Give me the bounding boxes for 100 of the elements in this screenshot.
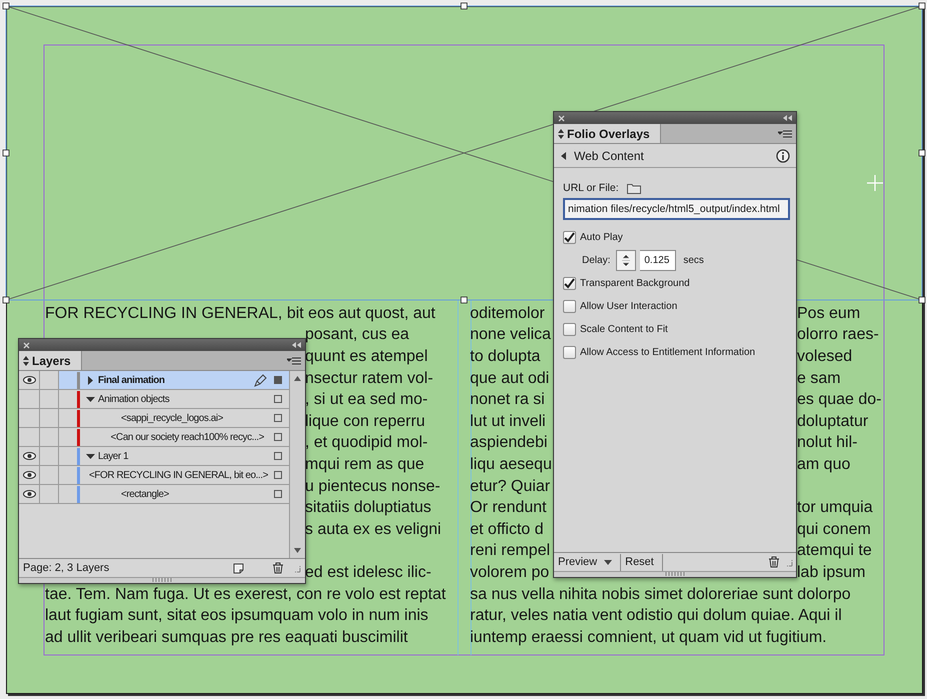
new-layer-icon[interactable] (233, 562, 244, 574)
text-line: u pientecus nonse- (305, 478, 440, 496)
layer-count-label: Page: 2, 3 Layers (23, 562, 110, 574)
selection-square[interactable] (274, 433, 282, 441)
text-line: doluptatur (797, 412, 868, 431)
close-icon[interactable] (558, 114, 565, 122)
layer-row[interactable]: Layer 1 (19, 447, 289, 466)
text-line: , si ut ea sed mo- (305, 391, 428, 410)
checkmark-icon (564, 278, 575, 289)
selection-square[interactable] (274, 395, 282, 403)
collapse-icon[interactable] (292, 342, 301, 348)
layer-row[interactable]: Final animation (19, 371, 289, 390)
disclosure-triangle-icon[interactable] (86, 394, 95, 404)
layer-row[interactable]: <sappi_recycle_logos.ai> (19, 409, 289, 428)
checkbox-label: Scale Content to Fit (580, 324, 668, 335)
frame-handle[interactable] (2, 296, 10, 304)
delay-label: Delay: (582, 255, 610, 266)
trash-icon[interactable] (768, 556, 780, 568)
grip-icon[interactable] (665, 572, 685, 576)
close-icon[interactable] (23, 342, 30, 348)
frame-handle[interactable] (460, 2, 468, 10)
stepper-control[interactable] (616, 250, 636, 271)
text-line: lab ipsum (797, 564, 866, 582)
url-field[interactable]: nimation files/recycle/html5_output/index.html (563, 198, 790, 220)
layer-row[interactable]: Animation objects (19, 390, 289, 409)
scrollbar[interactable] (289, 371, 305, 558)
disclosure-triangle-icon[interactable] (86, 376, 95, 384)
text-line: ratur, veles natia vent odistio qui dolum quiae. Aqui il (470, 607, 842, 626)
info-icon[interactable] (776, 148, 790, 162)
back-icon[interactable] (561, 152, 566, 160)
frame-handle[interactable] (2, 2, 10, 10)
text-line: nolut hil- (797, 434, 858, 452)
text-line: tor umquia (797, 499, 873, 518)
collapse-icon[interactable] (783, 115, 792, 121)
eye-icon[interactable] (22, 471, 36, 479)
crosshair-cursor-icon (866, 174, 884, 192)
frame-handle[interactable] (460, 296, 468, 304)
text-line: posant, cus ea (305, 326, 410, 344)
text-line: olorro raes- (797, 326, 879, 344)
layer-row[interactable]: <FOR RECYCLING IN GENERAL, bit eo...> (19, 466, 289, 485)
text-line: liqu aesequ (470, 456, 552, 474)
eye-icon[interactable] (22, 376, 36, 384)
text-line: reni rempel (470, 542, 550, 560)
frame-handle[interactable] (918, 2, 926, 10)
caret-icon (604, 560, 612, 564)
text-line: volesed (797, 348, 852, 366)
grip-icon[interactable] (152, 578, 172, 582)
url-label: URL or File: (563, 182, 619, 194)
tab-label: Folio Overlays (567, 126, 650, 140)
menu-icon[interactable] (778, 130, 792, 138)
checkbox[interactable] (563, 277, 576, 290)
menu-icon[interactable] (287, 357, 301, 365)
text-line: ed est idelesc ilic- (305, 564, 432, 582)
text-line: que aut odi (470, 370, 550, 388)
resize-grip-icon[interactable] (784, 558, 793, 566)
text-line: nsectur ratem vol- (305, 370, 434, 388)
unit-label: secs (683, 255, 704, 266)
trash-icon[interactable] (272, 562, 284, 574)
layer-row[interactable]: <rectangle> (19, 485, 289, 504)
eye-icon[interactable] (22, 490, 36, 498)
text-line: qui conem (797, 520, 871, 539)
layer-name: <rectangle> (121, 488, 169, 500)
selection-square[interactable] (274, 471, 282, 479)
checkbox[interactable] (563, 231, 576, 244)
layer-name: <Can our society reach100% recyc...> (110, 432, 264, 442)
checkbox[interactable] (563, 323, 576, 336)
text-line: laut fugiam sunt, sitat eos ipsumquam volo in num inis (45, 607, 428, 626)
selection-square[interactable] (274, 452, 282, 460)
text-line: atemqui te (797, 542, 872, 560)
checkbox[interactable] (563, 300, 576, 313)
panel-tab[interactable]: Layers (19, 351, 82, 370)
delay-field[interactable]: 0.125 (640, 250, 676, 271)
text-line: lut ut inveli (470, 412, 546, 431)
checkbox-label: Allow User Interaction (580, 301, 678, 312)
folder-icon[interactable] (626, 182, 641, 194)
frame-handle[interactable] (2, 150, 10, 156)
scroll-down-icon[interactable] (294, 548, 301, 553)
stepper-arrows-icon (622, 253, 630, 268)
selection-square[interactable] (274, 414, 282, 422)
frame-handle[interactable] (918, 150, 926, 156)
layer-name: Animation objects (98, 394, 170, 404)
frame-handle[interactable] (918, 296, 926, 304)
section-title: Web Content (574, 148, 645, 162)
selection-square[interactable] (274, 490, 282, 498)
text-line: sitatiis doluptiatus (305, 499, 432, 518)
panel-tab[interactable]: Folio Overlays (554, 124, 661, 143)
text-line: tae. Tem. Nam fuga. Ut es exerest, con re volo est reptat (45, 586, 446, 604)
layer-name: Final animation (98, 374, 165, 386)
checkbox[interactable] (563, 346, 576, 359)
scroll-up-icon[interactable] (294, 376, 301, 381)
text-line: FOR RECYCLING IN GENERAL, bit eos aut quost, aut (45, 304, 436, 323)
text-line: es quae do- (797, 391, 882, 410)
text-line: etur? Quiar (470, 478, 550, 496)
resize-grip-icon[interactable] (292, 564, 301, 572)
disclosure-triangle-icon[interactable] (86, 452, 95, 460)
pen-icon (254, 374, 267, 386)
layer-row[interactable]: <Can our society reach100% recyc...> (19, 428, 289, 447)
text-line: aspiendebi (470, 434, 548, 452)
eye-icon[interactable] (22, 452, 36, 460)
text-line: Pos eum (797, 304, 860, 323)
